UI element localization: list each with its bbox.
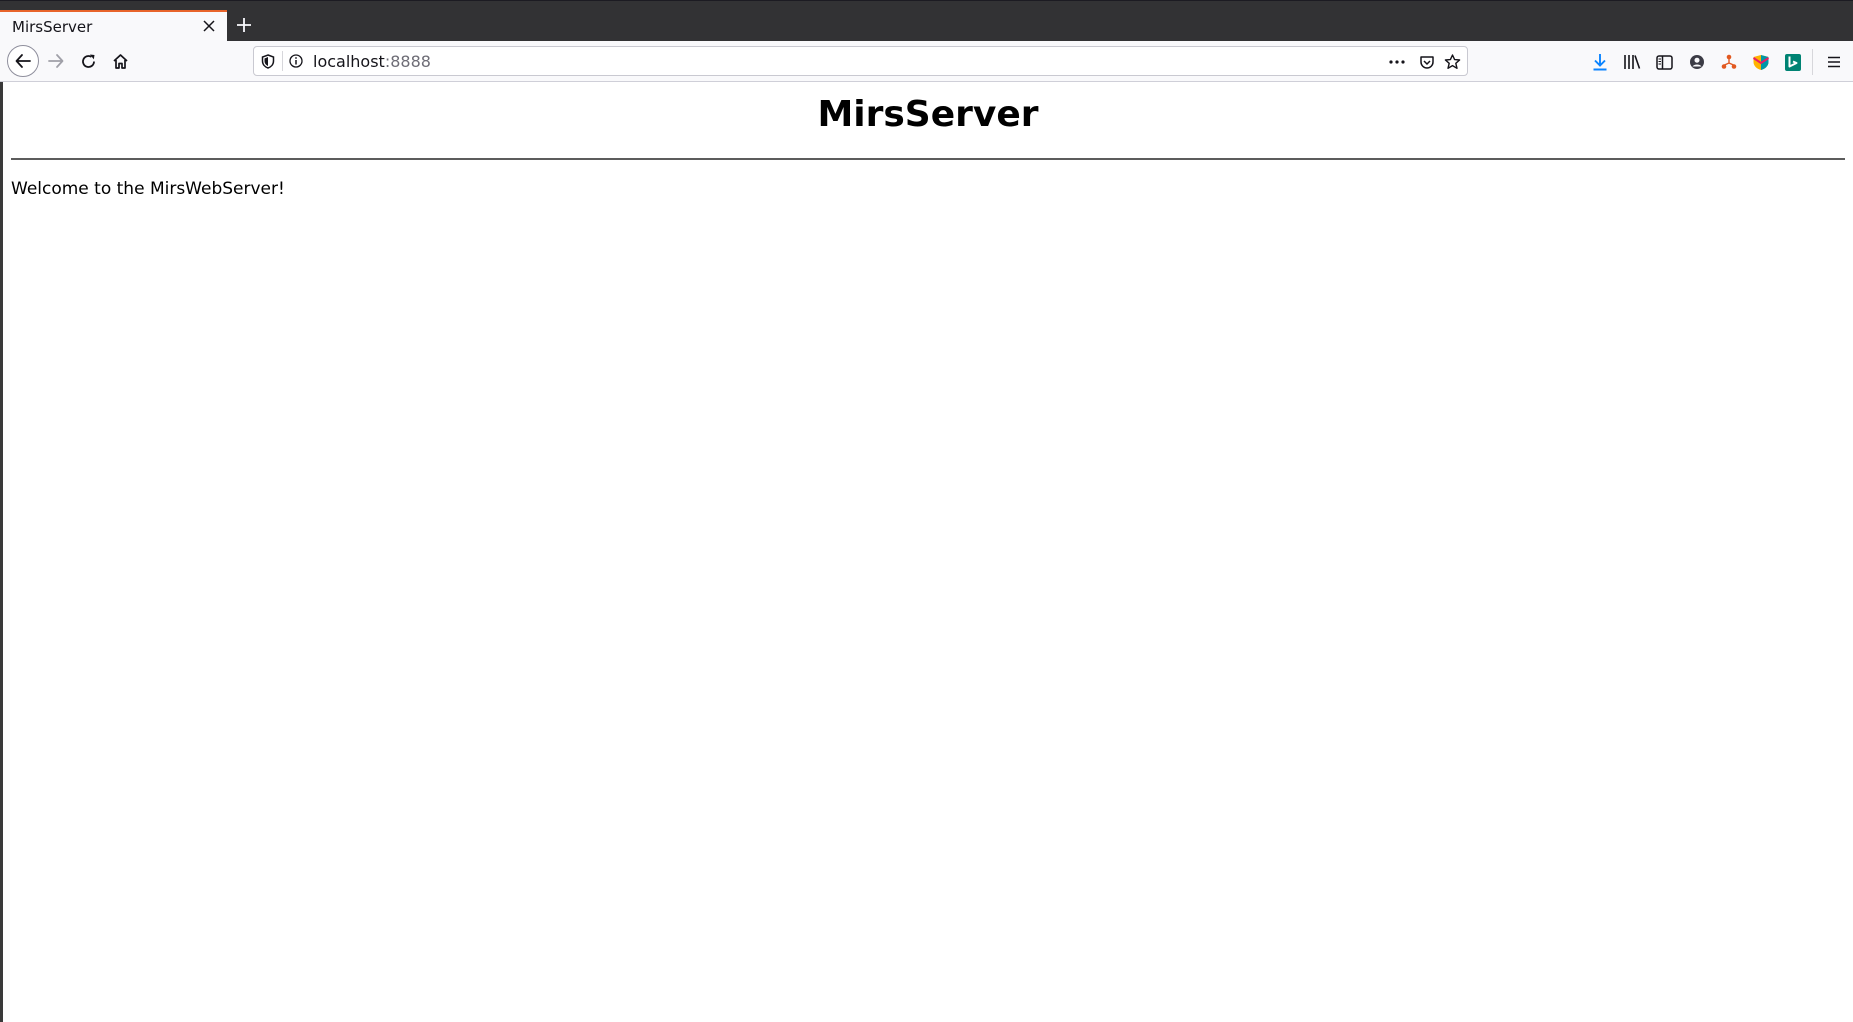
more-dots-icon[interactable]: [1387, 52, 1407, 72]
tab-title: MirsServer: [12, 18, 93, 36]
navigation-toolbar: localhost:8888: [0, 41, 1853, 82]
bing-icon[interactable]: [1782, 51, 1804, 73]
download-icon[interactable]: [1589, 51, 1611, 73]
browser-window: MirsServer localhost:8888 MirsServer Wel…: [0, 0, 1853, 1022]
close-icon[interactable]: [199, 16, 219, 36]
tab-active[interactable]: MirsServer: [0, 10, 227, 42]
plus-icon: [237, 18, 251, 32]
info-icon[interactable]: [287, 52, 305, 70]
reload-button[interactable]: [73, 46, 103, 76]
pocket-icon[interactable]: [1417, 52, 1437, 72]
back-button[interactable]: [7, 45, 39, 77]
window-left-border: [0, 82, 3, 1022]
arrow-left-icon: [15, 54, 31, 68]
reload-icon: [81, 54, 95, 68]
star-icon[interactable]: [1442, 52, 1462, 72]
home-icon: [112, 53, 128, 69]
arrow-right-icon: [48, 54, 64, 68]
url-host: localhost: [313, 52, 385, 71]
url-port: :8888: [384, 52, 431, 71]
account-icon[interactable]: [1686, 51, 1708, 73]
tab-strip: MirsServer: [0, 0, 1853, 42]
page-title: MirsServer: [817, 94, 1039, 135]
url-text[interactable]: localhost:8888: [313, 52, 431, 71]
sidebar-icon[interactable]: [1653, 51, 1675, 73]
forward-button[interactable]: [41, 46, 71, 76]
welcome-message: Welcome to the MirsWebServer!: [11, 179, 285, 199]
shield-icon[interactable]: [259, 52, 277, 70]
url-bar[interactable]: localhost:8888: [253, 46, 1468, 76]
home-button[interactable]: [105, 46, 135, 76]
extension-shield-icon[interactable]: [1750, 51, 1772, 73]
page-viewport: MirsServer Welcome to the MirsWebServer!: [0, 82, 1853, 1022]
new-tab-button[interactable]: [232, 13, 256, 37]
hamburger-menu-icon[interactable]: [1823, 51, 1845, 73]
horizontal-rule: [11, 158, 1845, 160]
url-separator: [282, 51, 283, 71]
toolbar-divider: [1812, 49, 1813, 75]
extension-network-icon[interactable]: [1718, 51, 1740, 73]
library-icon[interactable]: [1621, 51, 1643, 73]
